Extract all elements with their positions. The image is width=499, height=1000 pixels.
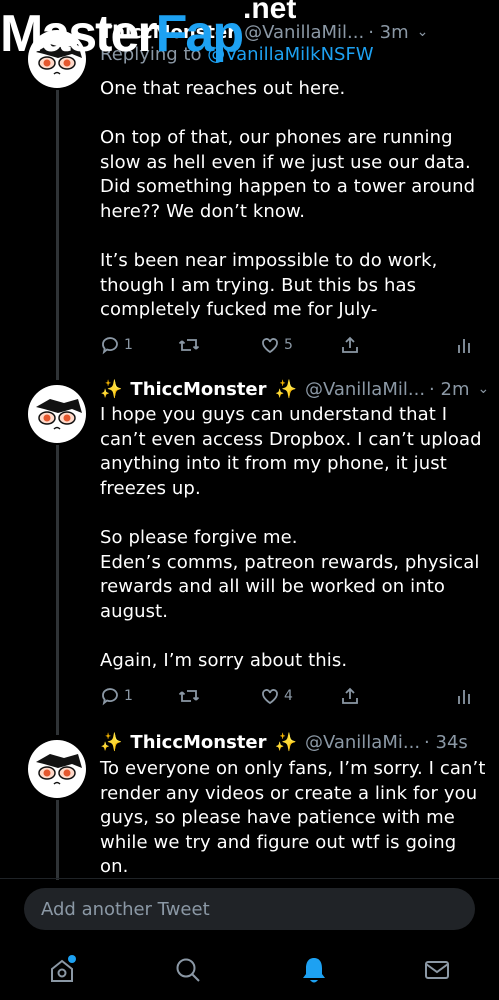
- timestamp: · 2m: [429, 378, 470, 400]
- watermark-net: .net: [243, 0, 297, 25]
- search-icon: [176, 958, 200, 982]
- sparkle-icon: ✨: [274, 731, 297, 753]
- avatar-face-icon: [36, 754, 82, 785]
- like-count: 4: [284, 688, 293, 704]
- tab-notifications[interactable]: [298, 954, 330, 986]
- divider: [0, 878, 499, 879]
- chevron-down-icon[interactable]: ⌄: [417, 24, 429, 40]
- tweet-header: ✨ ThiccMonster ✨ @VanillaMi... · 34s: [100, 730, 487, 754]
- analytics-button[interactable]: [456, 335, 472, 355]
- share-icon: [342, 336, 358, 353]
- avatar[interactable]: [28, 385, 86, 443]
- tweet-actions: 1 5: [100, 332, 480, 358]
- reply-button[interactable]: 1: [100, 686, 133, 706]
- sparkle-icon: ✨: [100, 731, 123, 753]
- sparkle-icon: ✨: [274, 378, 297, 400]
- user-handle[interactable]: @VanillaMi...: [305, 732, 420, 753]
- bell-icon: [303, 958, 325, 983]
- retweet-button[interactable]: [178, 335, 204, 355]
- add-tweet-input[interactable]: [39, 897, 463, 921]
- retweet-button[interactable]: [178, 686, 204, 706]
- avatar-face-icon: [36, 399, 82, 430]
- thread-line-1: [56, 90, 59, 380]
- analytics-icon: [458, 339, 470, 353]
- tweet-header: ✨ ThiccMonster ✨ @VanillaMil... · 2m ⌄: [100, 377, 489, 401]
- watermark-text: MasterFap: [0, 5, 244, 63]
- thread-line-2: [56, 445, 59, 735]
- like-button[interactable]: 5: [260, 335, 293, 355]
- user-handle[interactable]: @VanillaMil...: [305, 379, 425, 400]
- tab-search[interactable]: [172, 954, 204, 986]
- reply-icon: [102, 688, 118, 706]
- retweet-icon: [178, 690, 200, 702]
- compose-bar: [24, 888, 475, 930]
- mail-icon: [425, 961, 449, 979]
- display-name[interactable]: ThiccMonster: [130, 732, 266, 753]
- share-button[interactable]: [340, 686, 360, 706]
- thread-line-3: [56, 800, 59, 880]
- reply-icon: [102, 337, 118, 355]
- sparkle-icon: ✨: [100, 378, 123, 400]
- share-button[interactable]: [340, 335, 360, 355]
- reply-button[interactable]: 1: [100, 335, 133, 355]
- heart-icon: [262, 689, 278, 705]
- watermark-fap: Fap: [155, 5, 244, 63]
- like-button[interactable]: 4: [260, 686, 293, 706]
- display-name[interactable]: ThiccMonster: [130, 379, 266, 400]
- tweet-text: To everyone on only fans, I’m sorry. I c…: [100, 758, 486, 878]
- tab-messages[interactable]: [421, 954, 453, 986]
- heart-icon: [262, 338, 278, 354]
- avatar[interactable]: [28, 740, 86, 798]
- tweet-text: I hope you guys can understand that I ca…: [100, 404, 482, 671]
- reply-count: 1: [124, 688, 133, 704]
- watermark-logo: MasterFap .net: [0, 0, 310, 62]
- tab-home[interactable]: [46, 954, 78, 986]
- chevron-down-icon[interactable]: ⌄: [477, 381, 489, 397]
- home-icon: [51, 955, 76, 982]
- tweet-actions: 1 4: [100, 683, 480, 709]
- analytics-button[interactable]: [456, 686, 472, 706]
- bottom-tab-bar: [0, 940, 499, 1000]
- watermark-master: Master: [0, 5, 158, 63]
- timestamp: · 3m: [368, 21, 409, 43]
- timestamp: · 34s: [424, 731, 468, 753]
- retweet-icon: [178, 339, 200, 351]
- tweet-text: One that reaches out here. On top of tha…: [100, 78, 476, 321]
- share-icon: [342, 687, 358, 704]
- like-count: 5: [284, 337, 293, 353]
- reply-count: 1: [124, 337, 133, 353]
- analytics-icon: [458, 690, 470, 704]
